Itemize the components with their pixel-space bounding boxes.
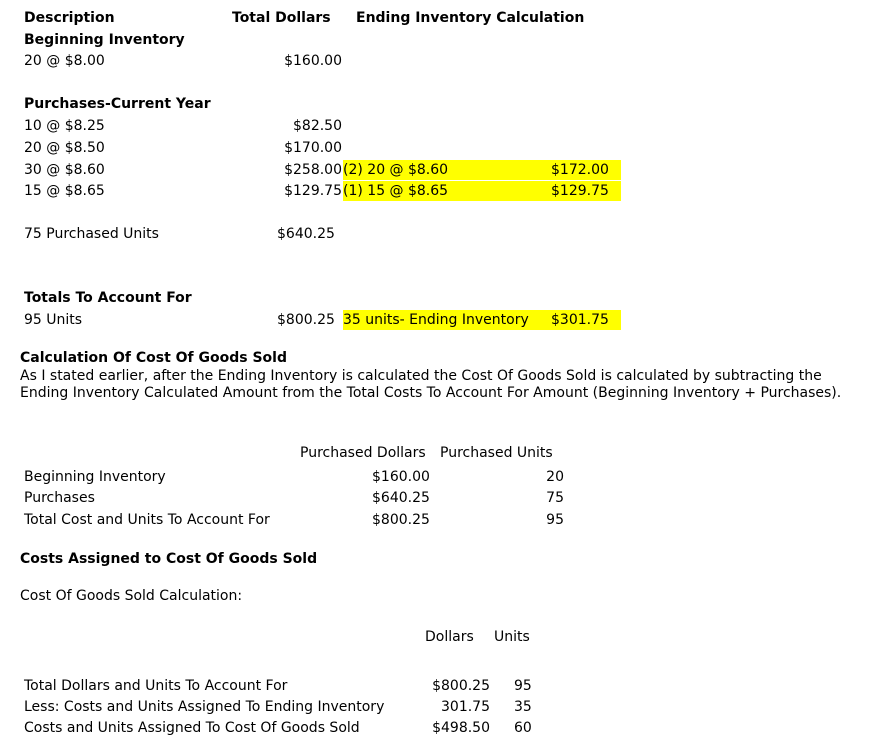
header-ending-inventory-calculation: Ending Inventory Calculation bbox=[356, 10, 585, 26]
purchases-heading: Purchases-Current Year bbox=[24, 96, 211, 112]
assigned-row-label: Total Dollars and Units To Account For bbox=[24, 678, 288, 694]
totals-row-total: $800.25 bbox=[277, 312, 335, 328]
purchased-units-total: $640.25 bbox=[277, 226, 335, 242]
cogs-row-label: Purchases bbox=[24, 490, 95, 506]
purchase-row-total: $258.00 bbox=[284, 162, 342, 178]
purchase-row-desc: 20 @ $8.50 bbox=[24, 140, 105, 156]
totals-heading: Totals To Account For bbox=[24, 290, 192, 306]
assigned-row-units: 60 bbox=[514, 720, 532, 736]
cogs-row-dollars: $800.25 bbox=[372, 512, 430, 528]
cogs-paragraph: As I stated earlier, after the Ending In… bbox=[20, 368, 842, 401]
ending-inventory-total-highlight: 35 units- Ending Inventory bbox=[343, 310, 551, 330]
assigned-row-dollars: $800.25 bbox=[432, 678, 490, 694]
purchase-row-total: $129.75 bbox=[284, 183, 342, 199]
cogs-row-dollars: $160.00 bbox=[372, 469, 430, 485]
cogs-heading: Calculation Of Cost Of Goods Sold bbox=[20, 350, 287, 366]
cogs-row-units: 75 bbox=[546, 490, 564, 506]
assigned-row-units: 35 bbox=[514, 699, 532, 715]
cogs-row-label: Total Cost and Units To Account For bbox=[24, 512, 270, 528]
cogs-row-label: Beginning Inventory bbox=[24, 469, 166, 485]
beginning-inventory-heading: Beginning Inventory bbox=[24, 32, 185, 48]
totals-row-desc: 95 Units bbox=[24, 312, 83, 328]
beginning-row-desc: 20 @ $8.00 bbox=[24, 53, 105, 69]
ending-calc-highlight: (2) 20 @ $8.60 bbox=[343, 160, 551, 180]
purchase-row-total: $82.50 bbox=[293, 118, 342, 134]
purchase-row-total: $170.00 bbox=[284, 140, 342, 156]
cogs-header-dollars: Purchased Dollars bbox=[300, 445, 426, 461]
assigned-heading: Costs Assigned to Cost Of Goods Sold bbox=[20, 551, 318, 567]
ending-calc-highlight: (1) 15 @ $8.65 bbox=[343, 181, 551, 201]
purchase-row-desc: 15 @ $8.65 bbox=[24, 183, 105, 199]
cogs-row-units: 20 bbox=[546, 469, 564, 485]
purchased-units-desc: 75 Purchased Units bbox=[24, 226, 159, 242]
assigned-row-units: 95 bbox=[514, 678, 532, 694]
header-total-dollars: Total Dollars bbox=[232, 10, 331, 26]
assigned-subheading: Cost Of Goods Sold Calculation: bbox=[20, 588, 243, 604]
assigned-header-dollars: Dollars bbox=[425, 629, 474, 645]
header-description: Description bbox=[24, 10, 115, 26]
ending-inventory-amount-highlight: $301.75 bbox=[551, 310, 621, 330]
ending-calc-amount-highlight: $172.00 bbox=[551, 160, 621, 180]
beginning-row-total: $160.00 bbox=[284, 53, 342, 69]
assigned-row-label: Costs and Units Assigned To Cost Of Good… bbox=[24, 720, 360, 736]
purchase-row-desc: 10 @ $8.25 bbox=[24, 118, 105, 134]
ending-calc-amount-highlight: $129.75 bbox=[551, 181, 621, 201]
assigned-row-dollars: $498.50 bbox=[432, 720, 490, 736]
cogs-row-units: 95 bbox=[546, 512, 564, 528]
assigned-row-dollars: 301.75 bbox=[441, 699, 490, 715]
cogs-row-dollars: $640.25 bbox=[372, 490, 430, 506]
cogs-header-units: Purchased Units bbox=[440, 445, 553, 461]
assigned-header-units: Units bbox=[494, 629, 530, 645]
purchase-row-desc: 30 @ $8.60 bbox=[24, 162, 105, 178]
assigned-row-label: Less: Costs and Units Assigned To Ending… bbox=[24, 699, 385, 715]
